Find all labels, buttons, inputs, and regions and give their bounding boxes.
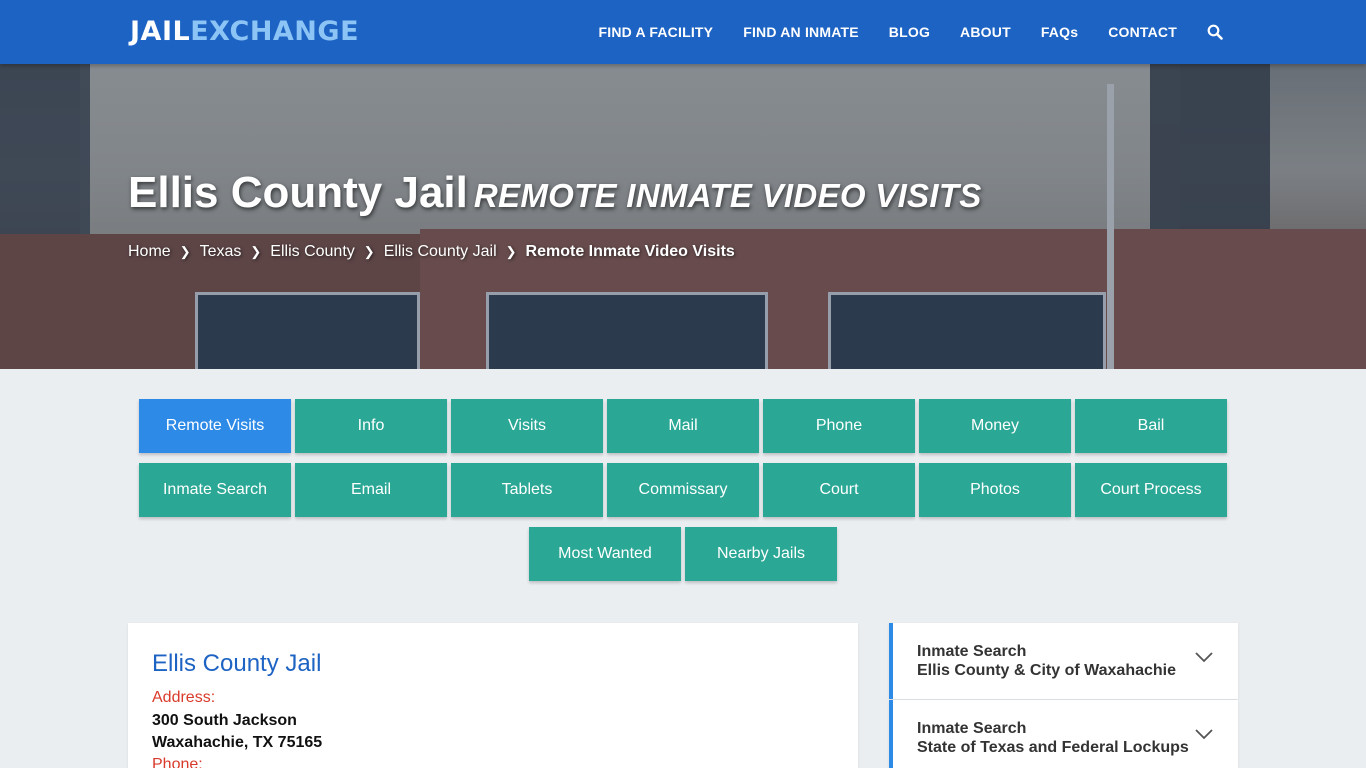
page-title: Ellis County Jail REMOTE INMATE VIDEO VIS… [128,168,982,218]
facility-title: Ellis County Jail [152,650,322,677]
nav-blog[interactable]: BLOG [889,24,930,40]
nav-find-inmate[interactable]: FIND AN INMATE [743,24,859,40]
top-navbar: JAILEXCHANGE FIND A FACILITY FIND AN INM… [0,0,1366,64]
page-title-main: Ellis County Jail [128,168,468,217]
chevron-right-icon: ❯ [250,244,262,259]
btn-court[interactable]: Court [763,463,915,517]
nav-find-facility[interactable]: FIND A FACILITY [598,24,713,40]
chevron-right-icon: ❯ [179,244,191,259]
btn-remote-visits[interactable]: Remote Visits [139,399,291,453]
accordion-subtitle: State of Texas and Federal Lockups [917,739,1189,756]
sidebar-accordion-item[interactable]: Inmate Search Ellis County & City of Wax… [889,623,1238,699]
chevron-right-icon: ❯ [363,244,375,259]
accordion-title: Inmate Search [917,720,1027,737]
breadcrumb-county[interactable]: Ellis County [270,243,354,261]
chevron-right-icon: ❯ [505,244,517,259]
address-line1: 300 South Jackson [152,712,297,729]
hero-banner: Ellis County Jail REMOTE INMATE VIDEO VIS… [0,64,1366,369]
btn-visits[interactable]: Visits [451,399,603,453]
btn-most-wanted[interactable]: Most Wanted [529,527,681,581]
btn-bail[interactable]: Bail [1075,399,1227,453]
accordion-title: Inmate Search [917,643,1027,660]
logo-exchange: EXCHANGE [190,16,360,47]
btn-phone[interactable]: Phone [763,399,915,453]
chevron-down-icon[interactable] [1194,728,1214,740]
breadcrumb: Home ❯ Texas ❯ Ellis County ❯ Ellis Coun… [128,243,735,261]
address-line2: Waxahachie, TX 75165 [152,734,323,751]
btn-photos[interactable]: Photos [919,463,1071,517]
site-logo[interactable]: JAILEXCHANGE [130,16,359,47]
btn-nearby-jails[interactable]: Nearby Jails [685,527,837,581]
nav-contact[interactable]: CONTACT [1108,24,1177,40]
btn-mail[interactable]: Mail [607,399,759,453]
btn-tablets[interactable]: Tablets [451,463,603,517]
breadcrumb-facility[interactable]: Ellis County Jail [384,243,497,261]
search-icon[interactable] [1207,24,1223,40]
page-subtitle: REMOTE INMATE VIDEO VISITS [473,177,982,214]
btn-money[interactable]: Money [919,399,1071,453]
btn-court-process[interactable]: Court Process [1075,463,1227,517]
main-nav: FIND A FACILITY FIND AN INMATE BLOG ABOU… [598,0,1366,64]
facility-card: Ellis County Jail Address: 300 South Jac… [128,623,858,768]
btn-commissary[interactable]: Commissary [607,463,759,517]
accordion-subtitle: Ellis County & City of Waxahachie [917,662,1177,679]
logo-jail: JAIL [130,16,191,47]
breadcrumb-current: Remote Inmate Video Visits [525,243,735,260]
nav-about[interactable]: ABOUT [960,24,1011,40]
breadcrumb-state[interactable]: Texas [200,243,242,261]
nav-faqs[interactable]: FAQs [1041,24,1078,40]
btn-email[interactable]: Email [295,463,447,517]
breadcrumb-home[interactable]: Home [128,243,171,261]
btn-info[interactable]: Info [295,399,447,453]
address-label: Address: [152,689,216,706]
phone-label: Phone: [152,756,203,768]
chevron-down-icon[interactable] [1194,651,1214,663]
sidebar-accordion-item[interactable]: Inmate Search State of Texas and Federal… [889,700,1238,768]
btn-inmate-search[interactable]: Inmate Search [139,463,291,517]
